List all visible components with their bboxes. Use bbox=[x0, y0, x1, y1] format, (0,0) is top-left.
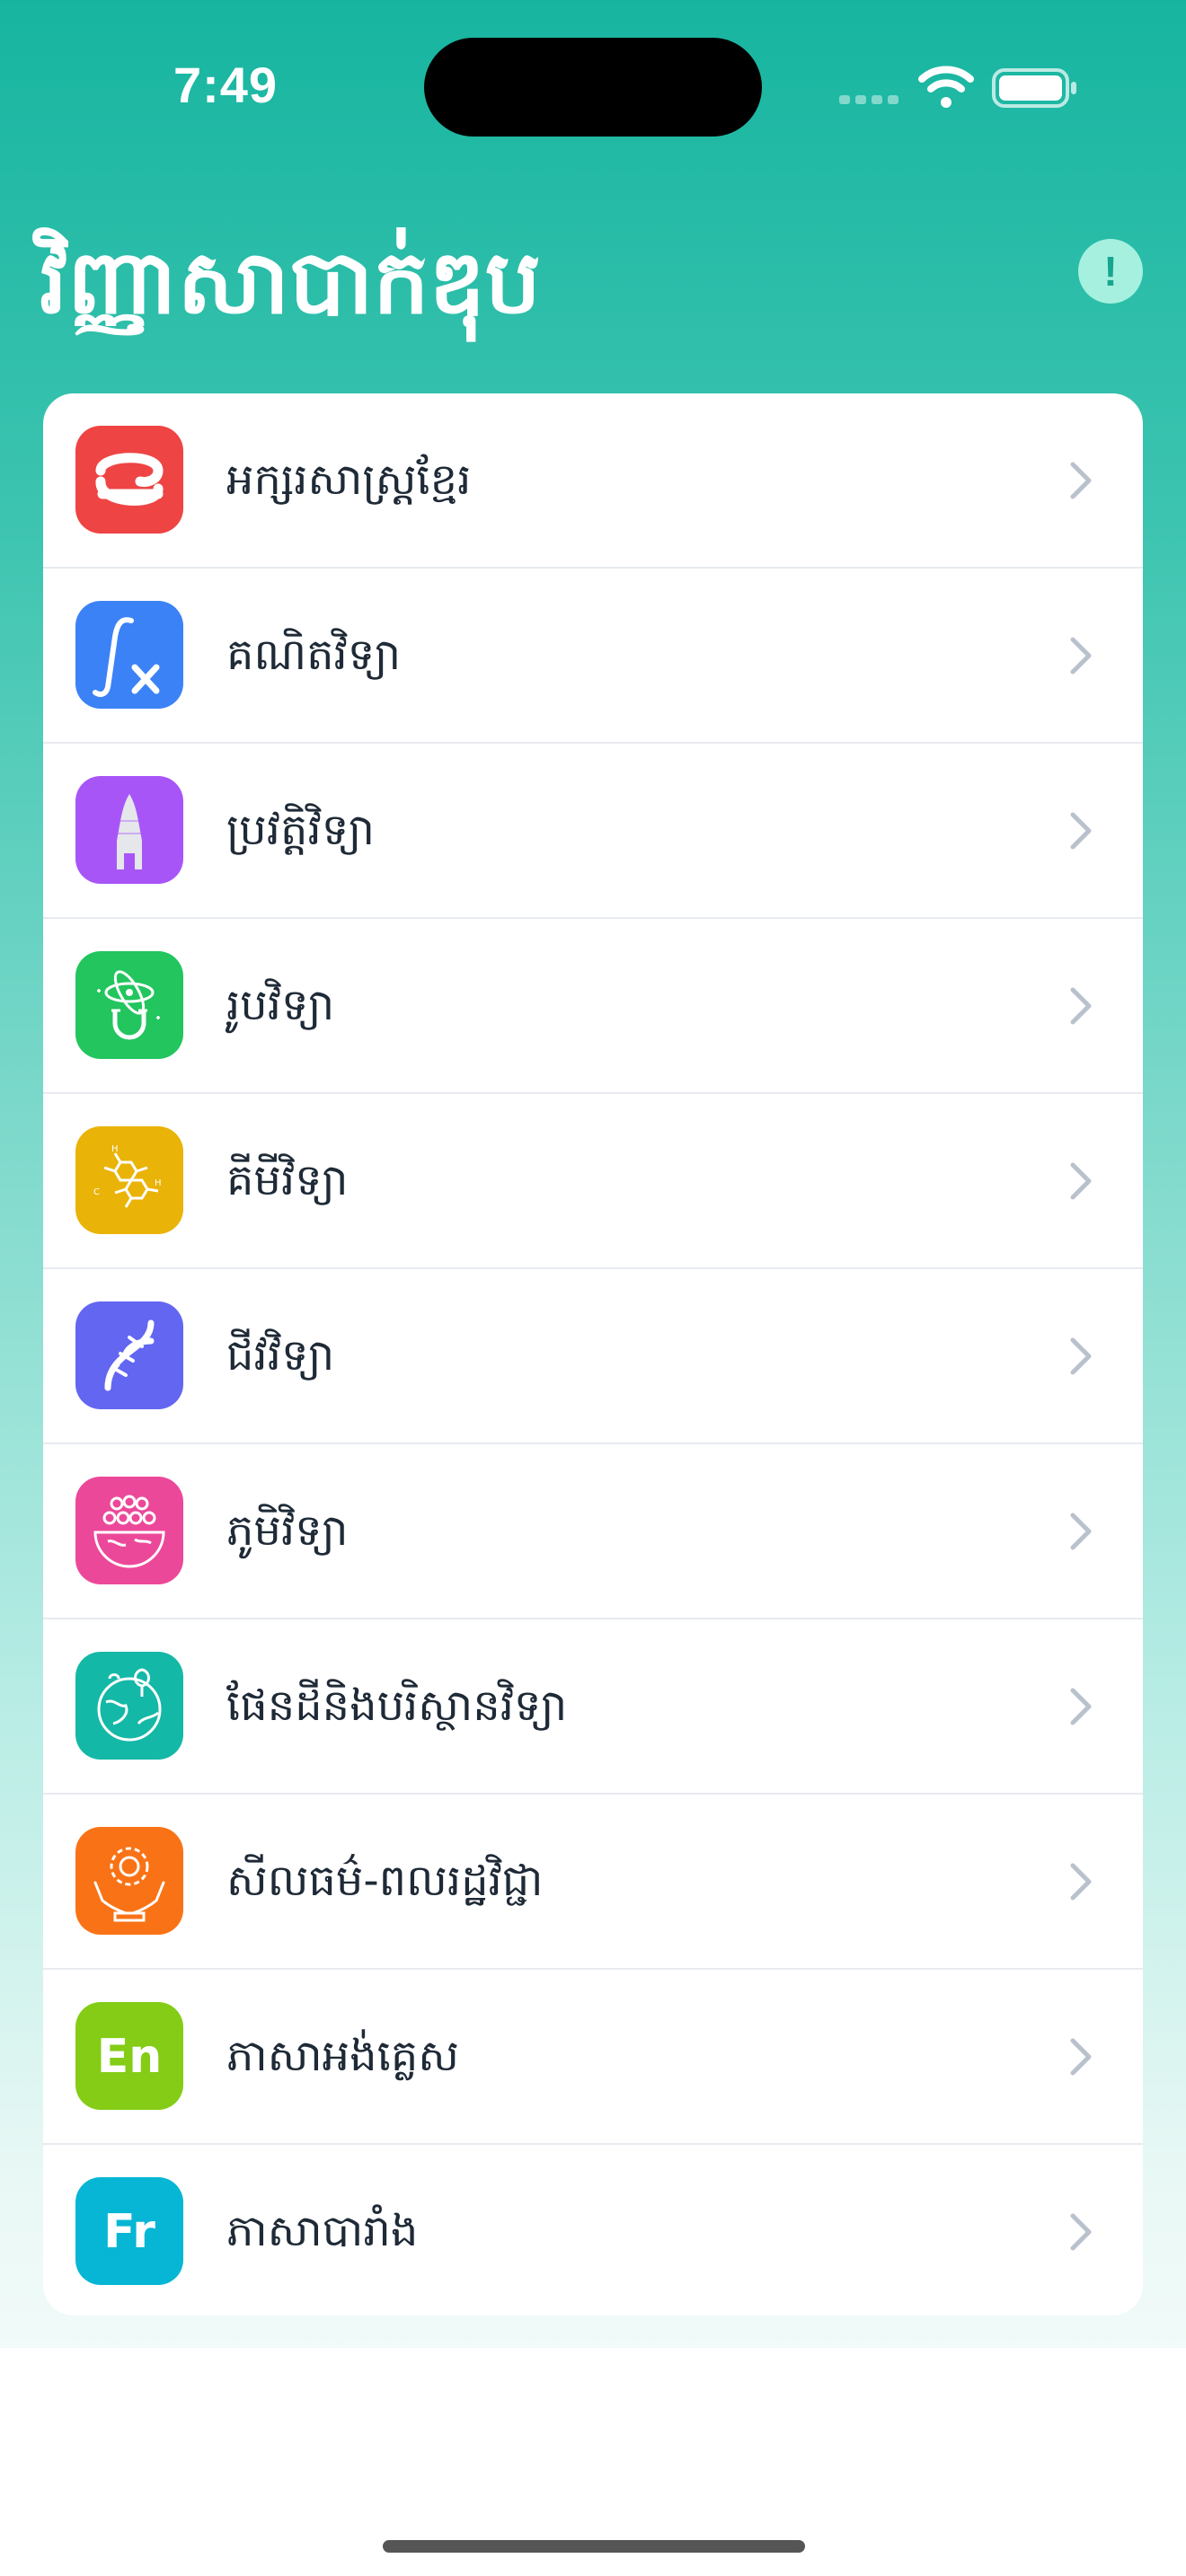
status-time: 7:49 bbox=[173, 57, 279, 113]
icon-text: En bbox=[97, 2030, 163, 2084]
subject-label: សីលធម៌-ពលរដ្ឋវិជ្ជា bbox=[226, 1856, 544, 1906]
svg-text:H: H bbox=[155, 1178, 162, 1188]
wifi-icon bbox=[918, 66, 974, 108]
subject-row-mathematics[interactable]: គណិតវិទ្យា bbox=[43, 569, 1143, 744]
subject-label: ជីវវិទ្យា bbox=[226, 1330, 335, 1381]
french-icon: Fr bbox=[75, 2177, 183, 2285]
dynamic-island bbox=[424, 38, 762, 137]
molecule-icon: H C H bbox=[75, 1126, 183, 1234]
subject-label: ភាសាអង់គ្លេស bbox=[226, 2031, 459, 2081]
chevron-right-icon bbox=[1070, 1863, 1092, 1901]
chevron-right-icon bbox=[1070, 2038, 1092, 2076]
exclamation-icon: ! bbox=[1103, 248, 1118, 295]
chevron-right-icon bbox=[1070, 1513, 1092, 1550]
icon-text: Fr bbox=[103, 2205, 155, 2259]
subject-label: អក្សរសាស្ត្រខ្មែរ bbox=[226, 454, 472, 505]
subject-label: ភាសាបារាំង bbox=[226, 2206, 419, 2256]
atom-magnet-icon bbox=[75, 951, 183, 1059]
chevron-right-icon bbox=[1070, 1688, 1092, 1725]
subject-label: គណិតវិទ្យា bbox=[226, 630, 402, 680]
svg-text:C: C bbox=[93, 1187, 100, 1197]
khmer-letter-icon bbox=[75, 426, 183, 534]
subject-row-history[interactable]: ប្រវត្តិវិទ្យា bbox=[43, 744, 1143, 919]
subject-row-physics[interactable]: រូបវិទ្យា bbox=[43, 919, 1143, 1094]
svg-text:H: H bbox=[111, 1144, 119, 1154]
chevron-right-icon bbox=[1070, 637, 1092, 675]
info-button[interactable]: ! bbox=[1078, 239, 1143, 304]
chevron-right-icon bbox=[1070, 462, 1092, 499]
subject-row-geography[interactable]: ភូមិវិទ្យា bbox=[43, 1444, 1143, 1619]
subject-row-khmer-literature[interactable]: អក្សរសាស្ត្រខ្មែរ bbox=[43, 393, 1143, 569]
subject-label: ផែនដីនិងបរិស្ថានវិទ្យា bbox=[226, 1681, 568, 1731]
chevron-right-icon bbox=[1070, 987, 1092, 1025]
dna-icon bbox=[75, 1301, 183, 1409]
subject-label: រូបវិទ្យា bbox=[226, 980, 335, 1030]
chevron-right-icon bbox=[1070, 1337, 1092, 1375]
subject-label: គីមីវិទ្យា bbox=[226, 1155, 349, 1205]
subject-row-morality-civics[interactable]: សីលធម៌-ពលរដ្ឋវិជ្ជា bbox=[43, 1795, 1143, 1970]
subject-list: អក្សរសាស្ត្រខ្មែរ គណិតវិទ្យា ប្រវត្តិវិទ… bbox=[43, 393, 1143, 2316]
function-fx-icon bbox=[75, 601, 183, 709]
subject-row-earth-environment[interactable]: ផែនដីនិងបរិស្ថានវិទ្យា bbox=[43, 1619, 1143, 1795]
chevron-right-icon bbox=[1070, 2213, 1092, 2251]
chevron-right-icon bbox=[1070, 1162, 1092, 1200]
subject-label: ភូមិវិទ្យា bbox=[226, 1505, 349, 1556]
chevron-right-icon bbox=[1070, 812, 1092, 850]
subject-row-english[interactable]: En ភាសាអង់គ្លេស bbox=[43, 1970, 1143, 2145]
subject-row-biology[interactable]: ជីវវិទ្យា bbox=[43, 1269, 1143, 1444]
subject-row-chemistry[interactable]: H C H គីមីវិទ្យា bbox=[43, 1094, 1143, 1269]
globe-people-icon bbox=[75, 1477, 183, 1584]
subject-label: ប្រវត្តិវិទ្យា bbox=[226, 805, 375, 855]
page-title: វិញ្ញាសាបាក់ឌុប bbox=[40, 232, 541, 334]
earth-tree-icon bbox=[75, 1652, 183, 1760]
battery-icon bbox=[992, 68, 1076, 108]
temple-tower-icon bbox=[75, 776, 183, 884]
english-icon: En bbox=[75, 2002, 183, 2110]
cellular-signal-icon bbox=[839, 95, 902, 106]
hands-flower-icon bbox=[75, 1827, 183, 1935]
subject-row-french[interactable]: Fr ភាសាបារាំង bbox=[43, 2145, 1143, 2316]
home-indicator[interactable] bbox=[383, 2540, 805, 2553]
